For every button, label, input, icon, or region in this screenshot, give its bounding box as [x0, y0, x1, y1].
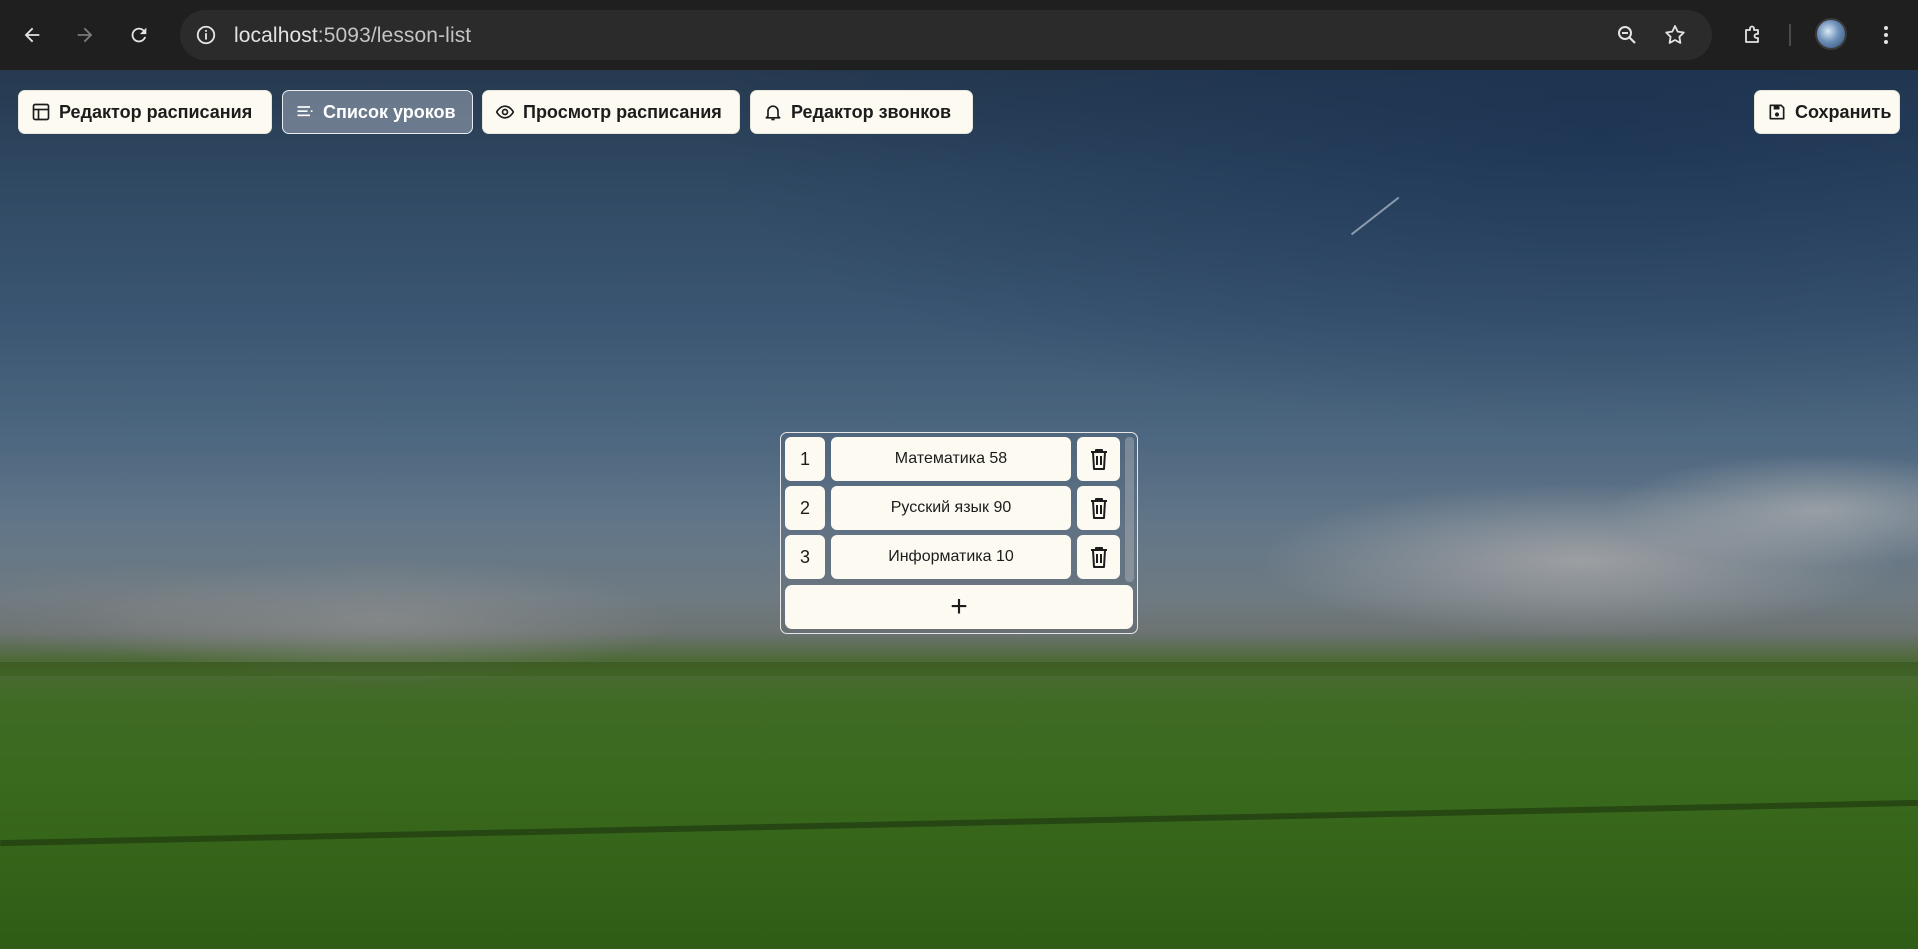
browser-menu-button[interactable]	[1868, 17, 1904, 53]
reload-button[interactable]	[121, 17, 157, 53]
bell-editor-button[interactable]: Редактор звонков	[750, 90, 973, 134]
site-info-button[interactable]	[194, 23, 218, 47]
save-label: Сохранить	[1795, 101, 1892, 122]
save-button[interactable]: Сохранить	[1754, 90, 1900, 134]
table-layout-icon	[32, 103, 50, 121]
add-lesson-button[interactable]: +	[785, 585, 1133, 629]
back-button[interactable]	[14, 17, 50, 53]
lesson-list-panel: 1 Математика 58 2 Русский язык 90 3 Инфо…	[780, 432, 1138, 634]
eye-icon	[495, 105, 515, 119]
trash-icon	[1090, 498, 1107, 519]
horizon	[0, 662, 1918, 676]
delete-lesson-button[interactable]	[1077, 486, 1120, 530]
reload-icon	[131, 27, 147, 43]
schedule-editor-label: Редактор расписания	[59, 101, 253, 122]
arrow-right-icon	[77, 27, 93, 43]
delete-lesson-button[interactable]	[1077, 535, 1120, 579]
lesson-name-field[interactable]: Математика 58	[831, 437, 1071, 481]
lesson-number: 2	[785, 486, 825, 530]
lesson-list-label: Список уроков	[323, 101, 456, 122]
trash-icon	[1090, 547, 1107, 568]
star-icon	[1665, 25, 1685, 44]
lesson-name-field[interactable]: Русский язык 90	[831, 486, 1071, 530]
puzzle-icon	[1745, 25, 1759, 43]
list-icon	[297, 106, 313, 117]
bookmark-button[interactable]	[1662, 22, 1688, 48]
clouds-right	[1100, 440, 1918, 680]
trash-icon	[1090, 449, 1107, 470]
delete-lesson-button[interactable]	[1077, 437, 1120, 481]
lesson-name-field[interactable]: Информатика 10	[831, 535, 1071, 579]
schedule-editor-button[interactable]: Редактор расписания	[18, 90, 272, 134]
add-label: +	[950, 590, 968, 623]
extensions-button[interactable]	[1735, 17, 1771, 53]
url-path: :5093/lesson-list	[317, 24, 472, 47]
zoom-out-icon	[1618, 26, 1636, 44]
forward-button[interactable]	[67, 17, 103, 53]
profile-avatar[interactable]	[1815, 18, 1847, 50]
lesson-number: 1	[785, 437, 825, 481]
lesson-list-button[interactable]: Список уроков	[282, 90, 473, 134]
bell-icon	[765, 105, 781, 121]
info-icon	[196, 25, 216, 45]
schedule-view-button[interactable]: Просмотр расписания	[482, 90, 740, 134]
floppy-disk-icon	[1769, 104, 1785, 120]
url-text[interactable]: localhost:5093/lesson-list	[234, 24, 471, 48]
zoom-button[interactable]	[1614, 22, 1640, 48]
lesson-list-scrollbar[interactable]	[1125, 437, 1134, 582]
browser-toolbar: localhost:5093/lesson-list	[0, 0, 1918, 70]
toolbar-separator	[1789, 24, 1791, 46]
schedule-view-label: Просмотр расписания	[523, 101, 722, 122]
arrow-left-icon	[24, 27, 40, 43]
lesson-number: 3	[785, 535, 825, 579]
bell-editor-label: Редактор звонков	[791, 101, 952, 122]
url-host: localhost	[234, 24, 318, 47]
address-bar[interactable]: localhost:5093/lesson-list	[180, 10, 1712, 60]
kebab-menu-icon	[1884, 26, 1888, 44]
